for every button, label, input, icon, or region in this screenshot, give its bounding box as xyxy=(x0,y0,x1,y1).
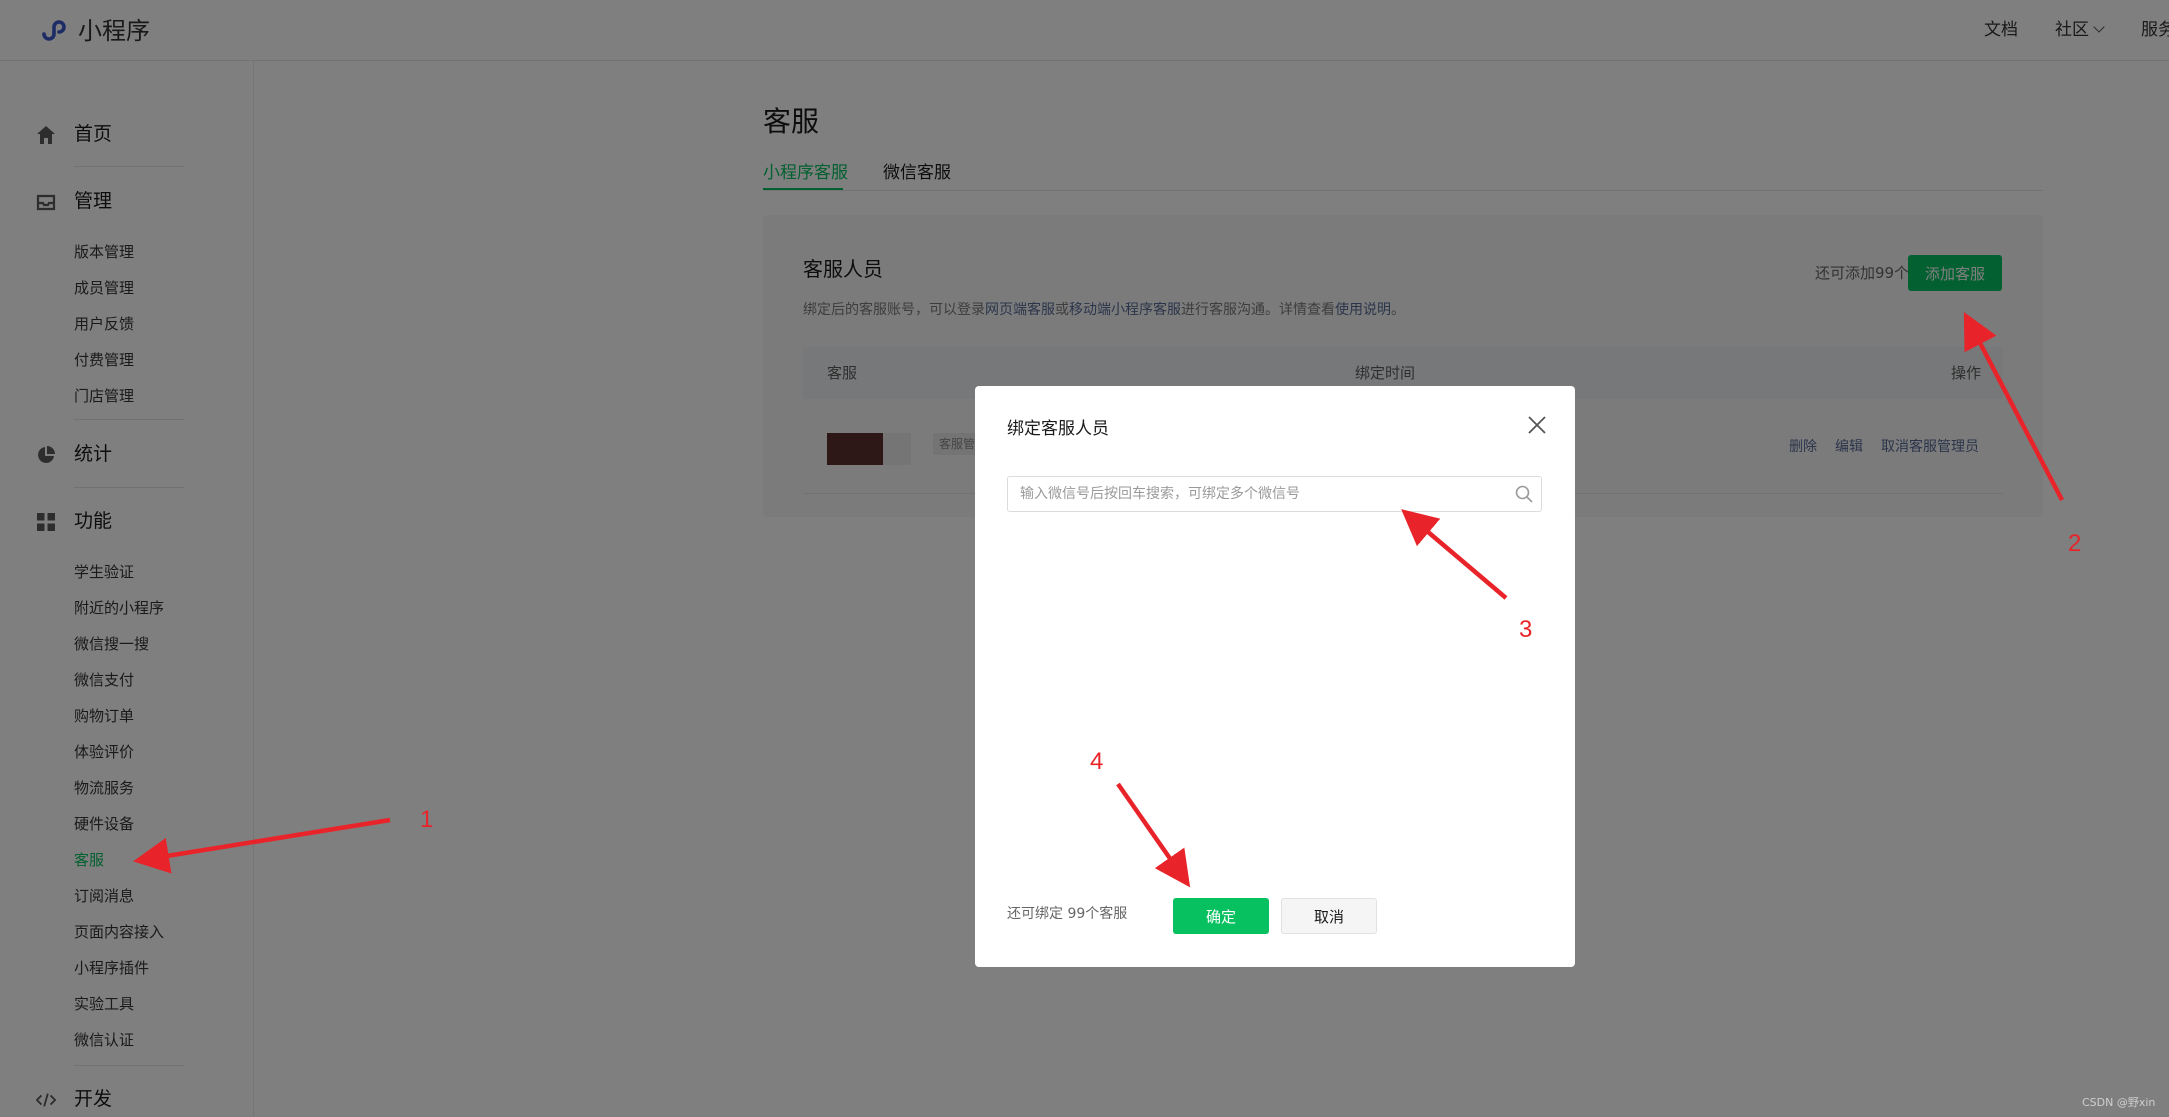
annotation-number-3: 3 xyxy=(1519,616,1533,643)
annotation-number-1: 1 xyxy=(420,806,434,833)
annotation-layer xyxy=(133,312,2064,888)
annotation-arrow-2 xyxy=(1963,312,2064,502)
watermark: CSDN @野xin xyxy=(2082,1096,2156,1109)
annotation-arrow-3 xyxy=(1401,509,1508,600)
annotation-number-4: 4 xyxy=(1090,748,1104,775)
annotation-arrow-4 xyxy=(1116,782,1191,888)
annotation-number-2: 2 xyxy=(2068,530,2082,557)
annotation-arrow-1 xyxy=(133,817,391,874)
